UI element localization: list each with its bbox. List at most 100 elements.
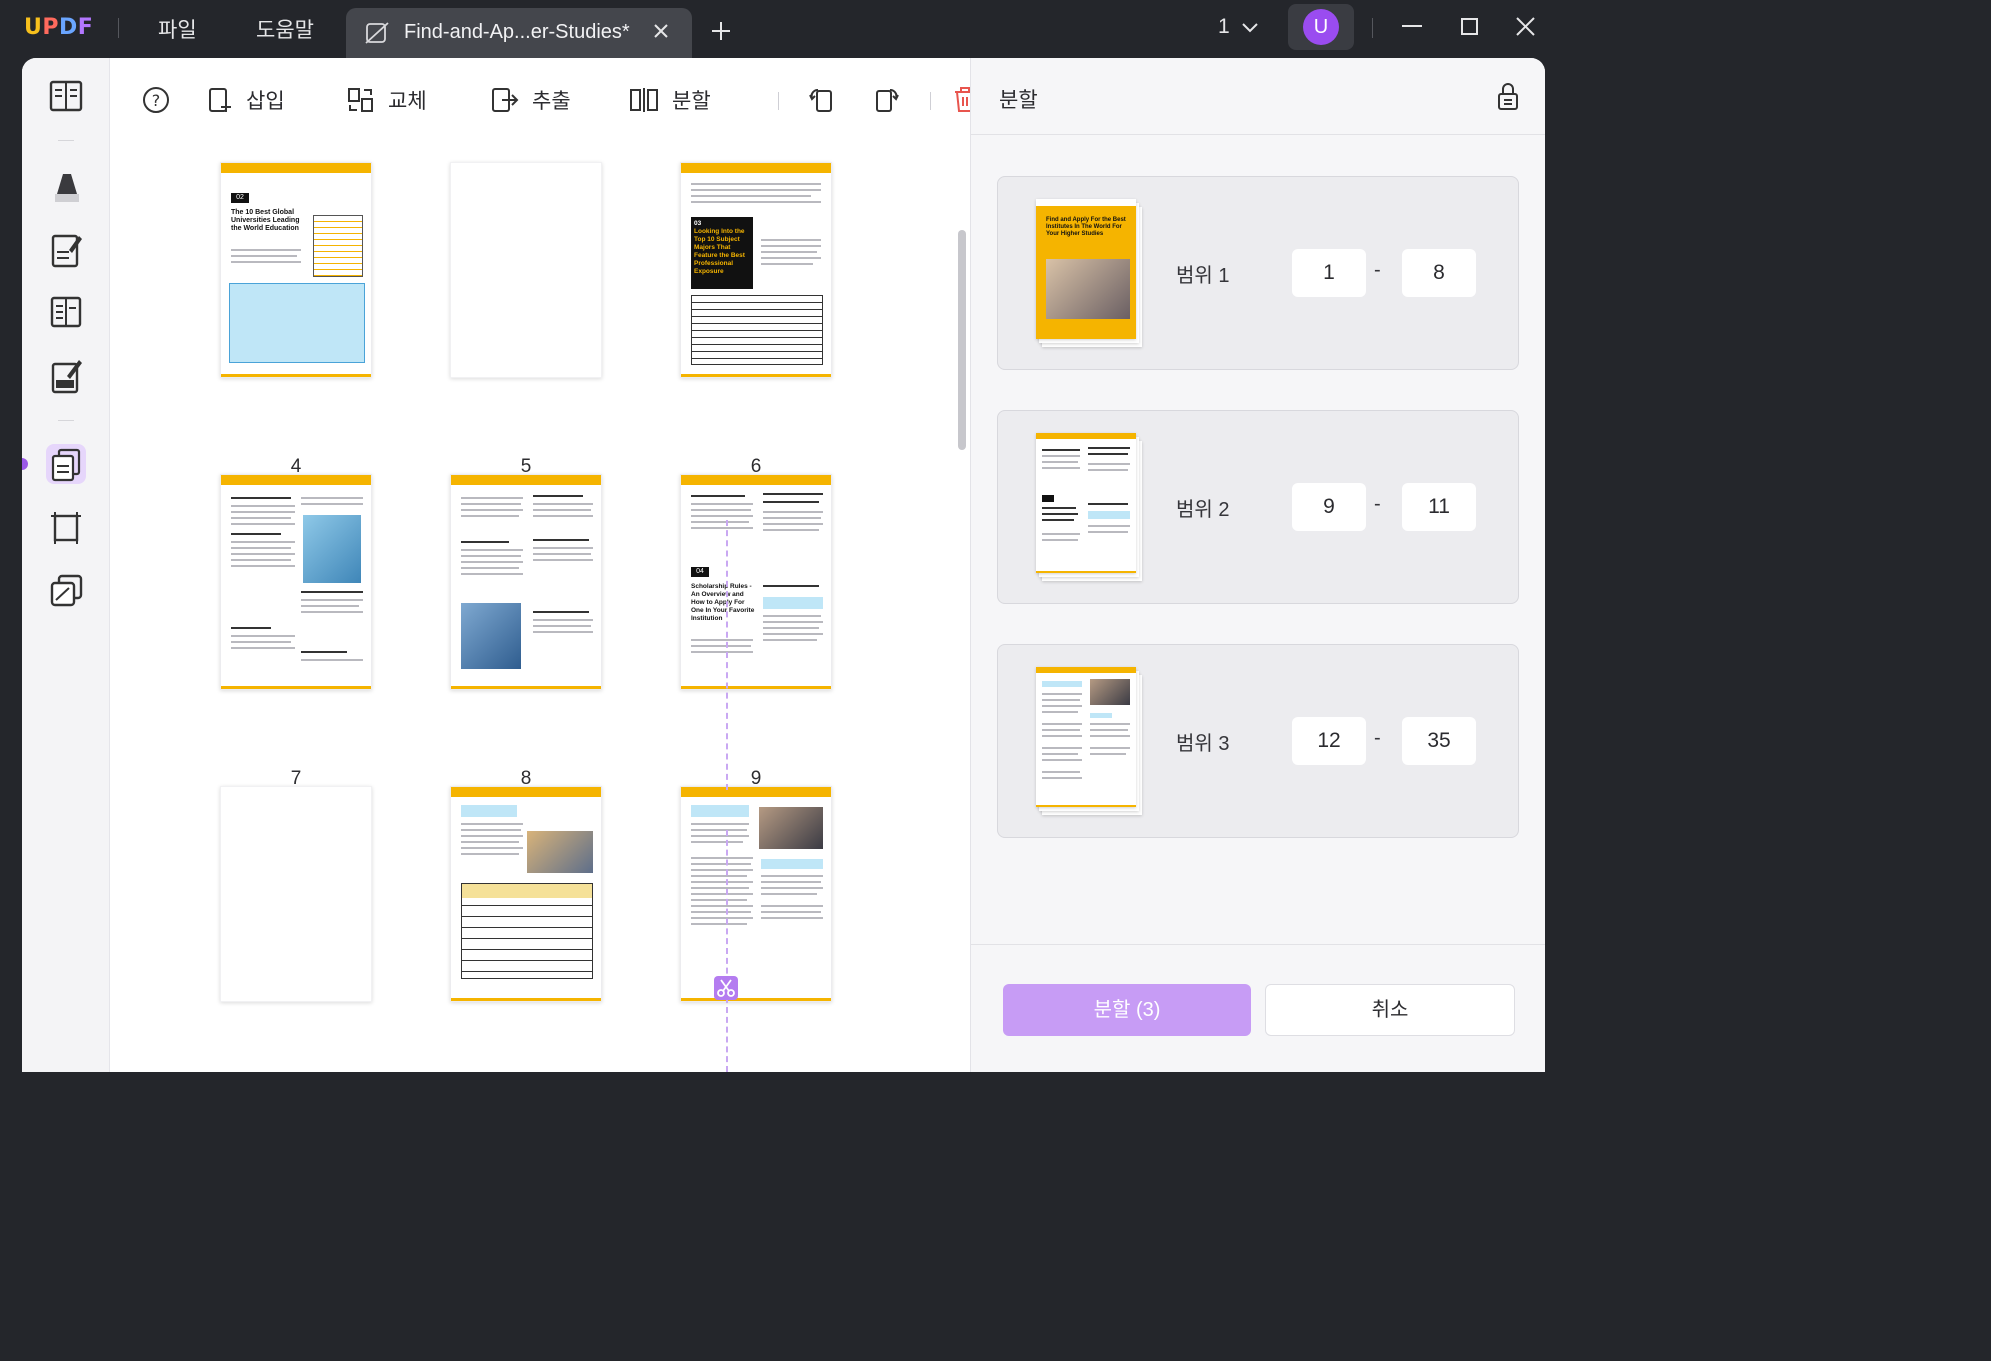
toolbar-separator (778, 92, 779, 110)
toolbar-separator (930, 92, 931, 110)
page-thumbnail-grid: 02 The 10 Best Global Universities Leadi… (110, 144, 970, 1072)
extract-page-icon (492, 88, 519, 112)
range-label: 범위 2 (1176, 499, 1230, 521)
range-card[interactable]: Find and Apply For the Best Institutes I… (997, 176, 1519, 370)
range-thumbnail (1036, 433, 1142, 581)
organize-pages-icon (51, 448, 81, 482)
maximize-icon[interactable] (1458, 16, 1482, 40)
rotate-right-icon (876, 89, 899, 112)
cancel-button[interactable]: 취소 (1265, 984, 1515, 1036)
form-icon[interactable] (47, 292, 85, 332)
data-table (691, 295, 823, 365)
rotate-left-button[interactable] (808, 84, 836, 116)
page-thumbnail[interactable] (450, 474, 602, 690)
window-count[interactable]: 1 (1218, 15, 1230, 39)
page-thumbnail[interactable] (220, 786, 372, 1002)
range-separator: - (1374, 493, 1381, 515)
range-separator: - (1374, 259, 1381, 281)
new-tab-icon[interactable] (710, 20, 732, 42)
page-thumbnail[interactable]: 04 Scholarship Rules - An Overview and H… (680, 474, 832, 690)
split-button[interactable]: 분할 (628, 84, 711, 116)
panel-divider (971, 134, 1545, 135)
range-start-input[interactable]: 9 (1292, 483, 1366, 531)
callout-box (763, 597, 823, 609)
lock-icon[interactable] (1495, 82, 1521, 112)
panel-title: 분할 (999, 89, 1038, 112)
rotate-right-button[interactable] (872, 84, 900, 116)
split-divider (726, 830, 728, 1072)
range-label: 범위 3 (1176, 733, 1230, 755)
edit-pdf-icon[interactable] (47, 230, 85, 270)
title-separator (118, 18, 119, 38)
split-confirm-button[interactable]: 분할 (3) (1003, 984, 1251, 1036)
updf-logo[interactable]: UPDF (24, 15, 93, 40)
page-heading: The 10 Best Global Universities Leading … (231, 209, 300, 232)
section-tag: 04 (691, 567, 709, 577)
sign-icon[interactable] (47, 356, 85, 396)
page-thumbnail[interactable]: 03 Looking Into the Top 10 Subject Major… (680, 162, 832, 378)
student-photo (759, 807, 823, 849)
extract-button[interactable]: 추출 (490, 84, 571, 116)
split-panel: 분할 Find and Apply For the Best Institute… (970, 58, 1545, 1072)
document-tab[interactable]: Find-and-Ap...er-Studies* (346, 8, 692, 58)
range-end-input[interactable]: 8 (1402, 249, 1476, 297)
tab-title: Find-and-Ap...er-Studies* (404, 21, 630, 43)
minimize-icon[interactable] (1400, 16, 1424, 40)
insert-button[interactable]: 삽입 (206, 84, 285, 116)
split-page-icon (630, 88, 658, 112)
active-indicator (22, 458, 28, 470)
cover-title: Find and Apply For the Best Institutes I… (1046, 217, 1126, 237)
callout-box (691, 805, 749, 817)
range-start-input[interactable]: 12 (1292, 717, 1366, 765)
range-end-input[interactable]: 35 (1402, 717, 1476, 765)
highlighter-icon[interactable] (47, 166, 85, 206)
range-end-input[interactable]: 11 (1402, 483, 1476, 531)
help-button[interactable]: ? (142, 84, 170, 116)
avatar: U (1303, 9, 1339, 45)
section-tag: 03 (694, 220, 702, 227)
page-thumbnail[interactable] (450, 162, 602, 378)
page-thumbnail[interactable] (680, 786, 832, 1002)
section-tag: 02 (231, 193, 249, 203)
close-tab-icon[interactable] (652, 22, 670, 40)
extract-label: 추출 (532, 90, 571, 113)
layers-icon[interactable] (47, 570, 85, 610)
svg-text:?: ? (152, 91, 161, 110)
range-start-input[interactable]: 1 (1292, 249, 1366, 297)
range-card[interactable]: 범위 3 12 - 35 (997, 644, 1519, 838)
replace-button[interactable]: 교체 (346, 84, 427, 116)
title-separator (1372, 18, 1373, 38)
reader-mode-icon[interactable] (47, 76, 85, 116)
range-card[interactable]: 범위 2 9 - 11 (997, 410, 1519, 604)
menu-file[interactable]: 파일 (158, 14, 197, 44)
split-label: 분할 (672, 90, 711, 113)
replace-page-icon (348, 88, 373, 112)
data-table (229, 283, 365, 363)
split-marker-button[interactable] (714, 976, 738, 1000)
section-heading-block: 03 Looking Into the Top 10 Subject Major… (691, 217, 753, 289)
grid-scrollbar[interactable] (958, 230, 966, 450)
help-icon: ? (143, 87, 169, 113)
page-thumbnail[interactable] (220, 474, 372, 690)
page-heading: Looking Into the Top 10 Subject Majors T… (694, 228, 745, 275)
close-window-icon[interactable] (1514, 16, 1538, 40)
ranking-table (313, 215, 363, 277)
main-window: ? 삽입 교체 추출 분할 02 The 10 Best Global Univ… (22, 58, 1545, 1072)
title-bar: UPDF 파일 도움말 Find-and-Ap...er-Studies* 1 … (0, 0, 1568, 58)
crop-icon[interactable] (47, 508, 85, 548)
callout-box (761, 859, 823, 869)
chevron-down-icon[interactable] (1240, 18, 1260, 38)
student-photo (461, 603, 521, 669)
document-unsynced-icon (365, 22, 389, 44)
scissors-icon (717, 979, 735, 997)
replace-label: 교체 (388, 90, 427, 113)
menu-help[interactable]: 도움말 (256, 14, 314, 44)
toolbar-separator (58, 140, 74, 141)
page-toolbar: ? 삽입 교체 추출 분할 (110, 58, 975, 144)
split-divider (726, 520, 728, 790)
range-thumbnail (1036, 667, 1142, 815)
page-thumbnail[interactable]: 02 The 10 Best Global Universities Leadi… (220, 162, 372, 378)
page-thumbnail[interactable] (450, 786, 602, 1002)
rotate-left-icon (809, 89, 832, 112)
user-account-button[interactable]: U (1288, 4, 1354, 50)
